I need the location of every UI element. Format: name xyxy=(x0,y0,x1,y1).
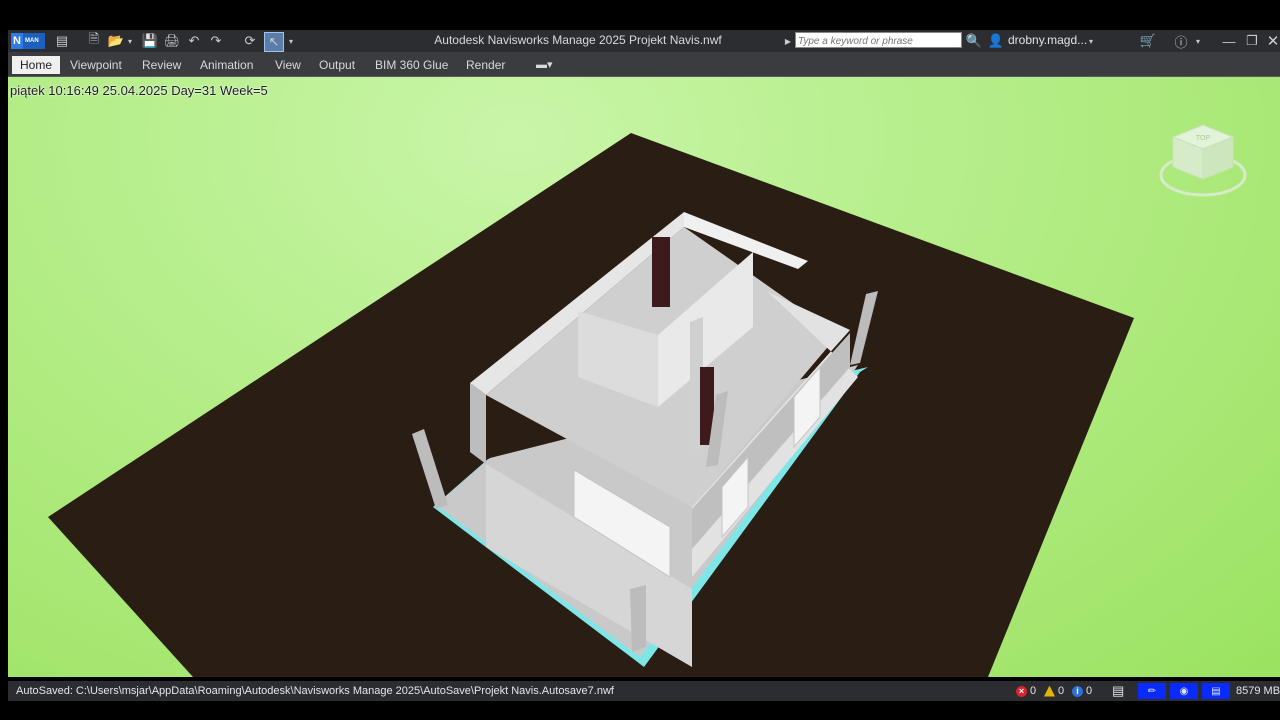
new-file-icon[interactable]: 🗎 xyxy=(86,31,102,50)
ribbon-tab-bar: Home Viewpoint Review Animation View Out… xyxy=(8,52,1280,77)
tab-viewpoint[interactable]: Viewpoint xyxy=(62,56,130,74)
help-dropdown-icon[interactable]: ▾ xyxy=(1194,32,1202,50)
user-name[interactable]: drobny.magd... xyxy=(1008,33,1087,47)
tab-home[interactable]: Home xyxy=(12,56,61,74)
disk-progress-icon: ◉ xyxy=(1170,683,1198,699)
tab-animation[interactable]: Animation xyxy=(192,56,261,74)
viewcube[interactable]: TOP xyxy=(1158,117,1248,207)
binoculars-icon[interactable]: 🔍 xyxy=(966,32,982,50)
3d-viewport[interactable]: piątek 10:16:49 25.04.2025 Day=31 Week=5… xyxy=(8,77,1280,677)
web-server-progress-icon: ▤ xyxy=(1202,683,1230,699)
open-dropdown-icon[interactable]: ▾ xyxy=(126,32,134,50)
tab-bim-360-glue[interactable]: BIM 360 Glue xyxy=(367,56,456,74)
panel-icon[interactable]: ▤ xyxy=(54,32,70,50)
tab-render[interactable]: Render xyxy=(458,56,513,74)
error-count-value: 0 xyxy=(1030,685,1037,697)
warning-count-value: 0 xyxy=(1058,685,1065,697)
tab-output[interactable]: Output xyxy=(311,56,363,74)
error-icon: × xyxy=(1016,685,1027,697)
free-column-front xyxy=(630,585,646,652)
tab-view[interactable]: View xyxy=(267,56,309,74)
title-bar: N MAN ▤ 🗎 📂 ▾ 💾 🖨 ↶ ↷ ⟳ ↖ ▾ Autodesk Nav… xyxy=(8,30,1280,52)
error-count[interactable]: × 0 xyxy=(1016,683,1036,699)
close-icon[interactable]: ✕ xyxy=(1266,32,1280,50)
print-icon[interactable]: 🖨 xyxy=(164,32,181,50)
info-icon: i xyxy=(1072,685,1083,697)
model-view xyxy=(48,133,1134,677)
user-icon[interactable]: 👤 xyxy=(988,32,1004,50)
ribbon-options-icon[interactable]: ▬▾ xyxy=(528,56,561,74)
select-cursor-icon[interactable]: ↖ xyxy=(264,32,284,52)
warning-icon xyxy=(1044,685,1055,697)
info-count[interactable]: i 0 xyxy=(1072,683,1092,699)
app-logo-letter: N xyxy=(11,33,23,49)
autosave-status: AutoSaved: C:\Users\msjar\AppData\Roamin… xyxy=(16,685,614,697)
overlay-date-time: piątek 10:16:49 25.04.2025 Day=31 Week=5 xyxy=(10,83,268,98)
redo-icon[interactable]: ↷ xyxy=(208,32,224,50)
application-menu-button[interactable]: N MAN xyxy=(11,33,45,49)
wall-left-face xyxy=(470,383,486,464)
dark-column-1 xyxy=(652,237,670,307)
app-logo-edition: MAN xyxy=(25,38,39,44)
minimize-icon[interactable]: — xyxy=(1222,32,1236,50)
save-icon[interactable]: 💾 xyxy=(142,32,158,50)
warning-count[interactable]: 0 xyxy=(1044,683,1064,699)
help-icon[interactable]: ⓘ xyxy=(1173,32,1189,50)
title-arrow-icon: ▶ xyxy=(784,36,792,46)
tab-review[interactable]: Review xyxy=(134,56,189,74)
info-count-value: 0 xyxy=(1086,685,1093,697)
status-bar: AutoSaved: C:\Users\msjar\AppData\Roamin… xyxy=(8,681,1280,701)
window-title: Autodesk Navisworks Manage 2025 Projekt … xyxy=(434,33,722,47)
cart-icon[interactable]: 🛒 xyxy=(1140,32,1156,50)
pencil-progress-icon: ✏ xyxy=(1138,683,1166,699)
quick-access-dropdown-icon[interactable]: ▾ xyxy=(287,32,295,50)
restore-icon[interactable]: ❐ xyxy=(1245,32,1259,50)
refresh-icon[interactable]: ⟳ xyxy=(242,32,258,50)
search-box[interactable] xyxy=(795,32,962,48)
undo-icon[interactable]: ↶ xyxy=(186,32,202,50)
user-dropdown-icon[interactable]: ▾ xyxy=(1087,32,1095,50)
open-file-icon[interactable]: 📂 xyxy=(108,32,124,50)
sheet-browser-icon[interactable]: ▤ xyxy=(1112,683,1124,699)
search-input[interactable] xyxy=(796,35,960,48)
viewcube-top-label: TOP xyxy=(1196,135,1211,142)
memory-usage: 8579 MB xyxy=(1236,685,1280,697)
